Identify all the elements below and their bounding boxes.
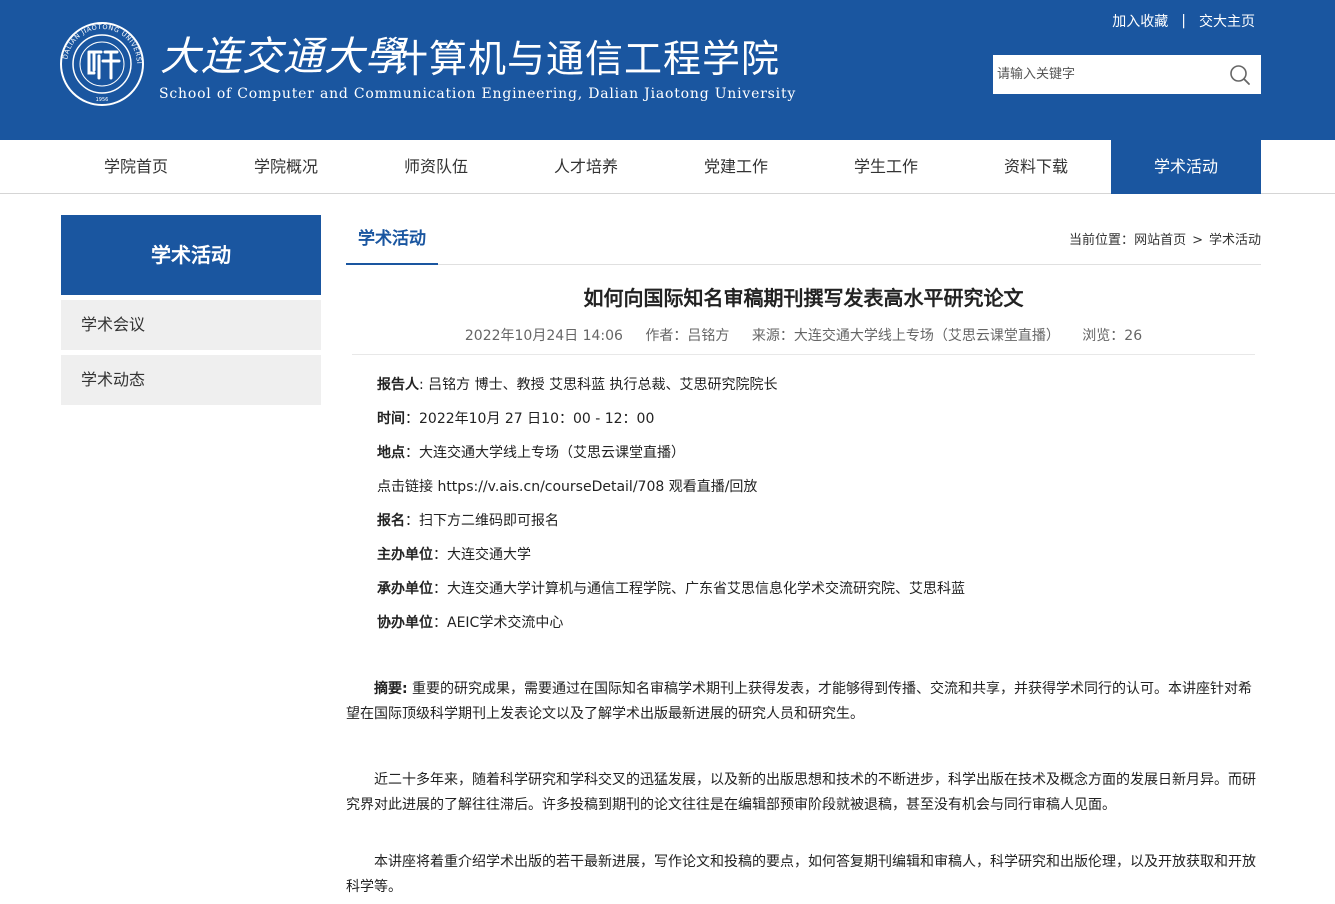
search-icon[interactable]	[1229, 64, 1251, 86]
add-favorite-link[interactable]: 加入收藏	[1112, 11, 1168, 31]
article-views: 浏览：26	[1082, 328, 1143, 344]
article-source: 来源：大连交通大学线上专场（艾思云课堂直播）	[751, 328, 1060, 344]
sidebar-title: 学术活动	[61, 215, 321, 295]
article-title: 如何向国际知名审稿期刊撰写发表高水平研究论文	[583, 286, 1024, 310]
article-date: 2022年10月24日 14:06	[464, 328, 623, 344]
sidebar-item-conferences[interactable]: 学术会议	[61, 300, 321, 350]
sidebar-item-news[interactable]: 学术动态	[61, 355, 321, 405]
info-line-live-link[interactable]: 点击链接 https://v.ais.cn/courseDetail/708 观…	[377, 476, 757, 496]
section-tab: 学术活动	[346, 215, 438, 265]
info-line-register: 报名：扫下方二维码即可报名	[377, 513, 559, 529]
nav-item-faculty[interactable]: 师资队伍	[361, 140, 511, 194]
college-name-cn: 计算机与通信工程学院	[390, 37, 781, 81]
article-meta: 2022年10月24日 14:06 作者：吕铭方 来源：大连交通大学线上专场（艾…	[352, 325, 1255, 355]
svg-text:1956: 1956	[96, 97, 109, 103]
info-line-location: 地点：大连交通大学线上专场（艾思云课堂直播）	[377, 445, 685, 461]
info-line-time: 时间：2022年10月 27 日10：00 - 12：00	[377, 411, 655, 427]
university-emblem-icon[interactable]: 1956 DALIAN JIAOTONG UNIVERSITY	[59, 21, 145, 107]
breadcrumb-current-link[interactable]: 学术活动	[1209, 233, 1261, 248]
university-home-link[interactable]: 交大主页	[1199, 11, 1255, 31]
college-name-en: School of Computer and Communication Eng…	[159, 86, 797, 102]
nav-item-academic[interactable]: 学术活动	[1111, 140, 1261, 194]
nav-item-students[interactable]: 学生工作	[811, 140, 961, 194]
search-box	[993, 55, 1261, 94]
nav-item-downloads[interactable]: 资料下载	[961, 140, 1111, 194]
search-input[interactable]	[993, 55, 1213, 94]
breadcrumb: 当前位置：网站首页 > 学术活动	[1069, 229, 1261, 248]
breadcrumb-separator: >	[1192, 233, 1203, 248]
info-line-speaker: 报告人: 吕铭方 博士、教授 艾思科蓝 执行总裁、艾思研究院院长	[377, 377, 778, 393]
nav-item-home[interactable]: 学院首页	[61, 140, 211, 194]
breadcrumb-home-link[interactable]: 网站首页	[1134, 233, 1186, 248]
nav-item-overview[interactable]: 学院概况	[211, 140, 361, 194]
article-author: 作者：吕铭方	[645, 328, 730, 344]
article-paragraph: 近二十多年来，随着科学研究和学科交叉的迅猛发展，以及新的出版思想和技术的不断进步…	[346, 772, 1256, 813]
info-line-co-organizer: 协办单位：AEIC学术交流中心	[377, 615, 564, 631]
info-line-host: 主办单位：大连交通大学	[377, 547, 531, 563]
nav-item-education[interactable]: 人才培养	[511, 140, 661, 194]
main-nav: 学院首页 学院概况 师资队伍 人才培养 党建工作 学生工作 资料下载 学术活动	[0, 140, 1335, 194]
article-paragraph: 本讲座将着重介绍学术出版的若干最新进展，写作论文和投稿的要点，如何答复期刊编辑和…	[346, 854, 1256, 895]
top-links: 加入收藏 | 交大主页	[1112, 11, 1255, 31]
link-separator: |	[1181, 13, 1186, 29]
nav-item-party[interactable]: 党建工作	[661, 140, 811, 194]
brand-calligraphy: 大连交通大學	[160, 34, 406, 80]
article-abstract: 摘要: 重要的研究成果，需要通过在国际知名审稿学术期刊上获得发表，才能够得到传播…	[346, 681, 1253, 722]
breadcrumb-prefix: 当前位置：	[1069, 233, 1135, 248]
site-header: 1956 DALIAN JIAOTONG UNIVERSITY 大连交通大學 计…	[0, 0, 1335, 140]
section-header: 学术活动 当前位置：网站首页 > 学术活动	[346, 215, 1261, 265]
info-line-organizer: 承办单位：大连交通大学计算机与通信工程学院、广东省艾思信息化学术交流研究院、艾思…	[377, 581, 965, 597]
